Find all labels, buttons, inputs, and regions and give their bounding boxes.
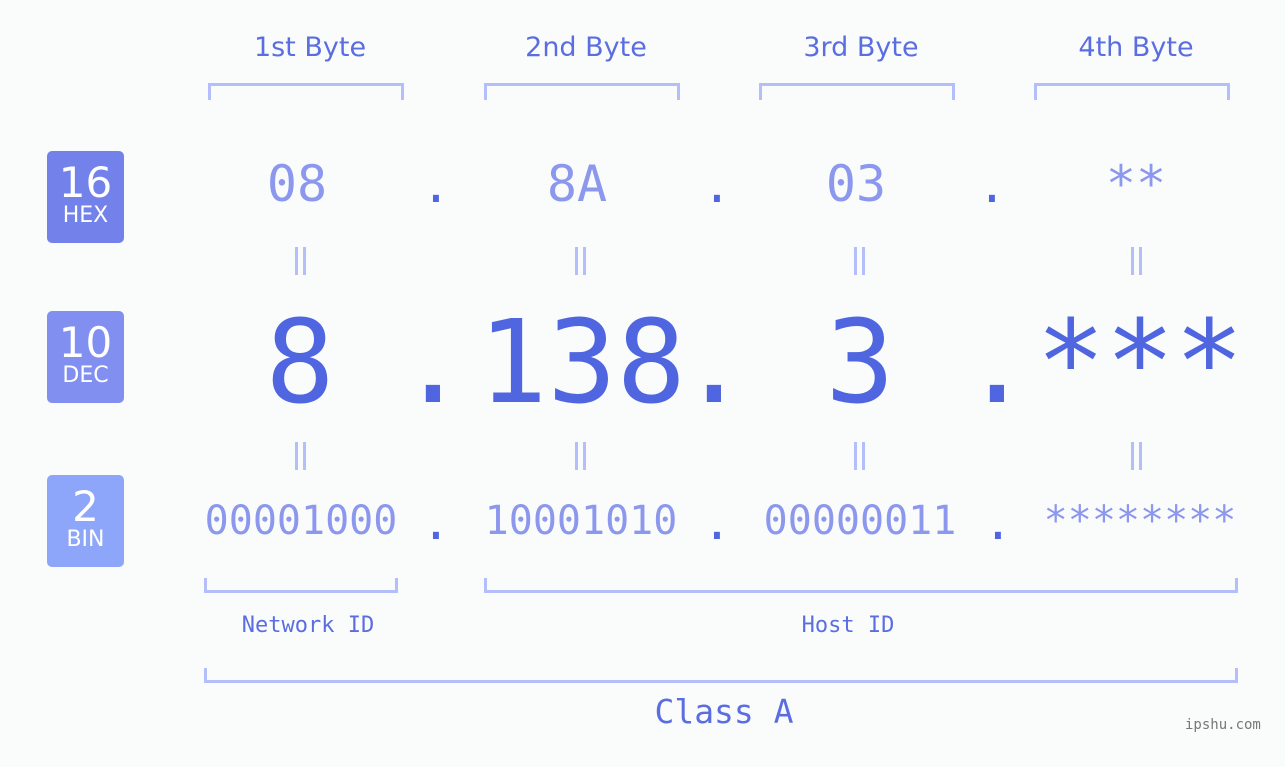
bin-byte-2: 10001010 <box>484 498 678 544</box>
bin-separator-1: . <box>421 495 451 551</box>
dec-badge-number: 10 <box>58 318 113 367</box>
dec-separator-2: . <box>679 296 749 430</box>
bin-byte-3: 00000011 <box>763 498 957 544</box>
byte-bracket-4 <box>1034 83 1230 100</box>
dec-separator-1: . <box>398 296 468 430</box>
dec-byte-4: *** <box>1036 296 1244 430</box>
bin-separator-2: . <box>702 495 732 551</box>
hex-separator-1: . <box>421 158 451 214</box>
equals-icon <box>292 442 308 470</box>
hex-badge-number: 16 <box>58 158 113 207</box>
equals-icon <box>292 247 308 275</box>
host-id-bracket <box>484 578 1238 593</box>
host-id-label: Host ID <box>801 613 895 638</box>
equals-icon <box>572 442 588 470</box>
bin-badge-label: BIN <box>66 527 105 552</box>
hex-separator-3: . <box>977 158 1007 214</box>
network-id-label: Network ID <box>241 613 375 638</box>
hex-byte-1: 08 <box>266 155 328 213</box>
watermark: ipshu.com <box>1185 717 1261 733</box>
class-bracket <box>204 668 1238 683</box>
dec-byte-2: 138 <box>478 296 686 430</box>
dec-byte-3: 3 <box>825 296 895 430</box>
hex-byte-3: 03 <box>825 155 887 213</box>
hex-separator-2: . <box>702 158 732 214</box>
equals-icon <box>1128 247 1144 275</box>
equals-icon <box>851 247 867 275</box>
dec-badge: 10 DEC <box>47 311 124 403</box>
dec-byte-1: 8 <box>265 296 335 430</box>
dec-badge-label: DEC <box>62 363 109 388</box>
equals-icon <box>1128 442 1144 470</box>
byte-header-2: 2nd Byte <box>525 32 647 63</box>
hex-byte-2: 8A <box>546 155 608 213</box>
class-label: Class A <box>654 692 794 731</box>
equals-icon <box>572 247 588 275</box>
bin-byte-1: 00001000 <box>204 498 398 544</box>
hex-badge: 16 HEX <box>47 151 124 243</box>
equals-icon <box>851 442 867 470</box>
byte-bracket-2 <box>484 83 680 100</box>
byte-header-4: 4th Byte <box>1078 32 1194 63</box>
bin-byte-4: ******** <box>1043 498 1237 544</box>
dec-separator-3: . <box>962 296 1032 430</box>
byte-header-3: 3rd Byte <box>803 32 919 63</box>
byte-header-1: 1st Byte <box>253 32 367 63</box>
byte-bracket-3 <box>759 83 955 100</box>
bin-badge: 2 BIN <box>47 475 124 567</box>
network-id-bracket <box>204 578 398 593</box>
hex-badge-label: HEX <box>62 203 109 228</box>
byte-bracket-1 <box>208 83 404 100</box>
bin-badge-number: 2 <box>72 482 99 531</box>
bin-separator-3: . <box>983 495 1013 551</box>
hex-byte-4: ** <box>1105 155 1167 213</box>
